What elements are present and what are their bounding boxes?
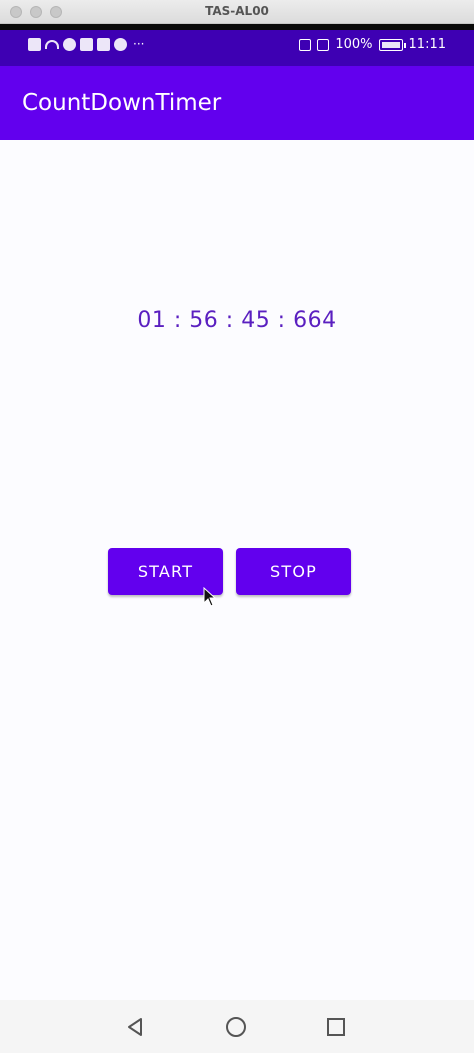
app-bar: CountDownTimer: [0, 66, 474, 140]
more-notifications: ···: [133, 37, 145, 51]
main-content: 01 : 56 : 45 : 664 START STOP: [0, 140, 474, 1000]
app-icon: [63, 38, 76, 51]
app-icon: [80, 38, 93, 51]
mute-icon: [317, 38, 330, 51]
app-title: CountDownTimer: [22, 90, 222, 116]
window-titlebar: TAS-AL00: [0, 0, 474, 24]
home-icon[interactable]: [223, 1014, 249, 1040]
emulator-window: TAS-AL00 ··· 100% 11:11 CountDownTimer 0…: [0, 0, 474, 1053]
navigation-bar: [0, 1000, 474, 1053]
stop-button[interactable]: STOP: [236, 548, 351, 595]
nfc-icon: [299, 38, 312, 51]
battery-icon: [378, 38, 406, 51]
battery-percent: 100%: [335, 37, 373, 52]
mouse-cursor-icon: [203, 587, 217, 607]
status-system: 100% 11:11: [299, 37, 446, 52]
clock: 11:11: [408, 37, 446, 52]
window-title: TAS-AL00: [205, 4, 269, 18]
countdown-display: 01 : 56 : 45 : 664: [137, 308, 337, 333]
status-notifications: ···: [28, 38, 144, 51]
alert-icon: [28, 38, 41, 51]
recents-icon[interactable]: [323, 1014, 349, 1040]
back-icon[interactable]: [122, 1014, 148, 1040]
wifi-icon: [45, 40, 59, 49]
status-bar: ··· 100% 11:11: [0, 24, 474, 66]
app-icon: [97, 38, 110, 51]
app-icon: [114, 38, 127, 51]
